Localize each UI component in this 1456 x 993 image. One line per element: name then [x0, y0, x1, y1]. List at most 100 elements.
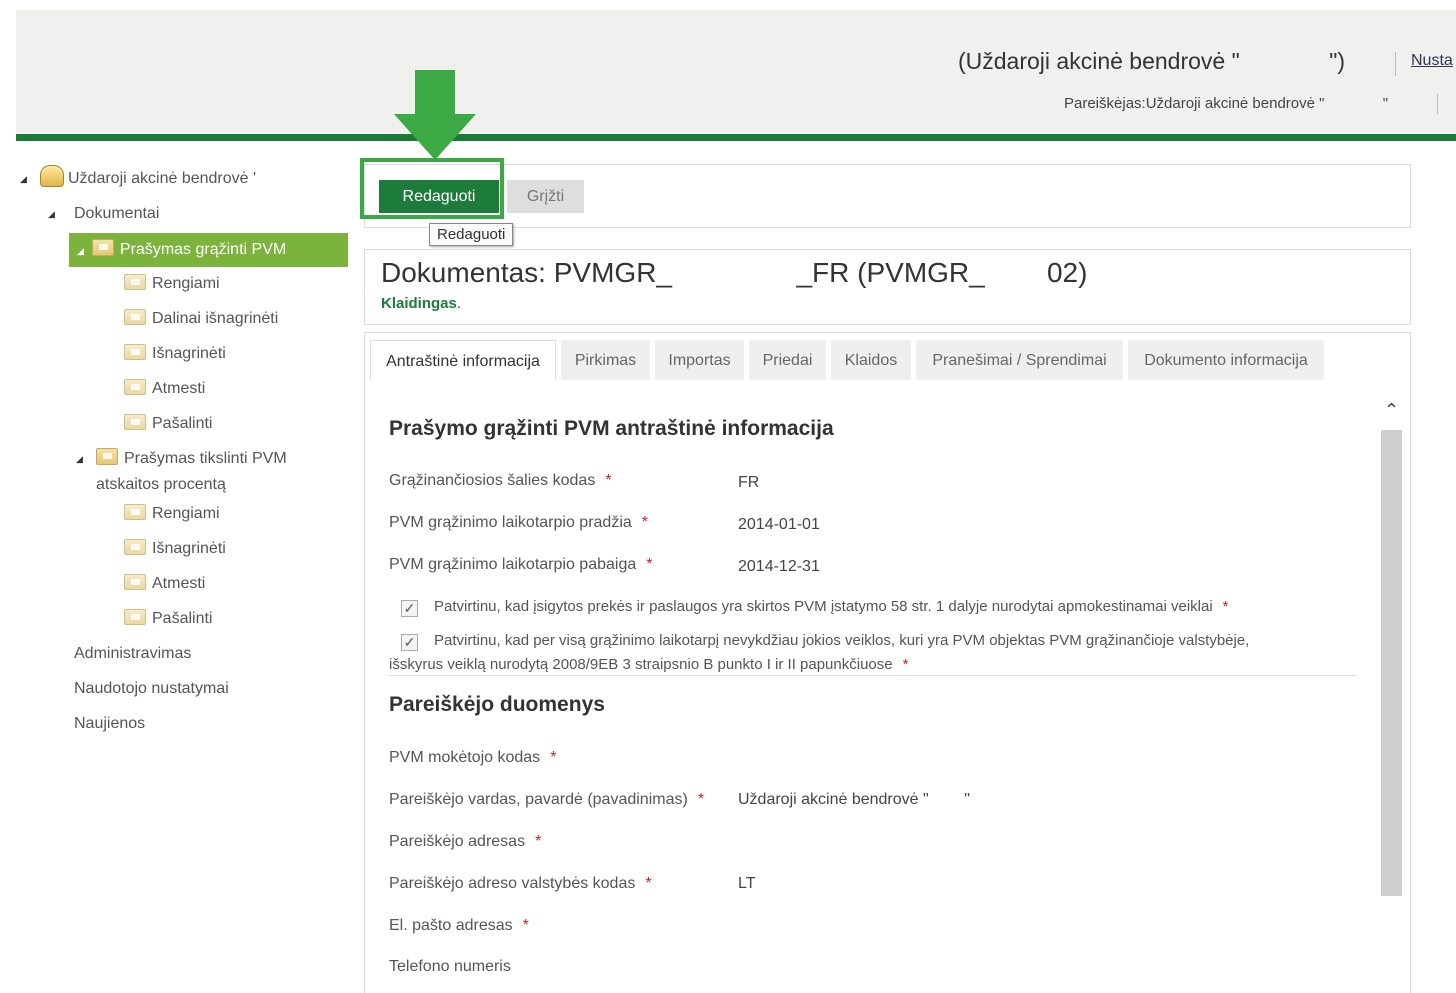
- field-value-period-start: 2014-01-01: [738, 516, 820, 533]
- annotation-arrow-icon: [415, 70, 455, 116]
- required-mark: *: [535, 833, 542, 850]
- tree-item-label: Pašalinti: [152, 610, 213, 627]
- section-title-header-info: Prašymo grąžinti PVM antraštinė informac…: [389, 417, 834, 440]
- tree-item-isnagrineti[interactable]: Išnagrinėti: [124, 337, 226, 371]
- tab-pirkimas[interactable]: Pirkimas: [561, 340, 650, 380]
- vertical-scrollbar[interactable]: [1381, 430, 1402, 896]
- field-label-country-code: Grąžinančiosios šalies kodas *: [389, 472, 612, 490]
- section-divider: [389, 675, 1357, 676]
- header-separator: [1437, 94, 1438, 114]
- required-mark: *: [645, 875, 652, 892]
- tree-item-administravimas[interactable]: Administravimas: [74, 637, 191, 671]
- field-label-email: El. pašto adresas *: [389, 917, 529, 935]
- required-mark: *: [902, 656, 909, 673]
- field-label-text: Pareiškėjo adreso valstybės kodas: [389, 875, 636, 892]
- folder-icon: [124, 379, 146, 395]
- tree-item-label: Išnagrinėti: [152, 540, 226, 557]
- field-value-period-end: 2014-12-31: [738, 558, 820, 575]
- tab-priedai[interactable]: Priedai: [749, 340, 826, 380]
- header-separator: [1395, 52, 1396, 76]
- settings-link[interactable]: Nusta: [1411, 52, 1453, 70]
- tab-antrastine-informacija[interactable]: Antraštinė informacija: [370, 340, 556, 380]
- tree-item-label: Pašalinti: [152, 415, 213, 432]
- header-divider: [16, 134, 1456, 141]
- tree-root-label: Uždaroji akcinė bendrovė ': [68, 170, 257, 187]
- confirmation-text-1: Patvirtinu, kad įsigytos prekės ir pasla…: [434, 598, 1229, 615]
- folder-icon: [124, 504, 146, 520]
- tree-item-label: Atmesti: [152, 575, 206, 592]
- field-value-country-code: FR: [738, 474, 760, 491]
- collapse-triangle-icon[interactable]: ◢: [48, 209, 55, 220]
- folder-icon: [124, 574, 146, 590]
- folder-icon: [124, 539, 146, 555]
- required-mark: *: [605, 472, 612, 489]
- tree-item-rengiami[interactable]: Rengiami: [124, 267, 220, 301]
- database-icon: [40, 165, 64, 187]
- organization-title: (Uždaroji akcinė bendrovė " "): [958, 48, 1346, 74]
- field-label-phone: Telefono numeris: [389, 958, 511, 975]
- applicant-label: Pareiškėjas:Uždaroji akcinė bendrovė " ": [1064, 95, 1389, 112]
- required-mark: *: [522, 917, 529, 934]
- folder-icon: [124, 274, 146, 290]
- tab-importas[interactable]: Importas: [655, 340, 744, 380]
- section-title-applicant: Pareiškėjo duomenys: [389, 693, 605, 716]
- field-label-address-country: Pareiškėjo adreso valstybės kodas *: [389, 875, 652, 893]
- tree-item-naudotojo-nustatymai[interactable]: Naudotojo nustatymai: [74, 672, 229, 706]
- required-mark: *: [697, 791, 705, 808]
- status-label: Klaidingas: [381, 295, 457, 312]
- scroll-up-icon[interactable]: ⌃: [1381, 400, 1402, 424]
- tree-item-rengiami-2[interactable]: Rengiami: [124, 497, 220, 531]
- confirmation-text-2-line2: išskyrus veiklą nurodytą 2008/9EB 3 stra…: [389, 656, 908, 673]
- tree-item-pasalinti-2[interactable]: Pašalinti: [124, 602, 212, 636]
- document-title: Dokumentas: PVMGR_ _FR (PVMGR_ 02): [381, 257, 1088, 288]
- tree-item-label: Prašymas grąžinti PVM: [119, 241, 287, 258]
- tree-item-prasymas-grazinti[interactable]: ◢ Prašymas grąžinti PVM: [69, 233, 348, 267]
- tree-item-label: Prašymas tikslinti PVM: [124, 450, 287, 467]
- tree-item-label: Rengiami: [152, 275, 220, 292]
- tree-root-company[interactable]: Uždaroji akcinė bendrovė ': [40, 162, 256, 196]
- confirmation-label: Patvirtinu, kad įsigytos prekės ir pasla…: [434, 598, 1213, 615]
- tab-dokumento-informacija[interactable]: Dokumento informacija: [1128, 340, 1324, 380]
- tree-item-label: Atmesti: [152, 380, 206, 397]
- tab-klaidos[interactable]: Klaidos: [831, 340, 911, 380]
- tab-pranesimai-sprendimai[interactable]: Pranešimai / Sprendimai: [916, 340, 1123, 380]
- status-suffix: .: [456, 295, 462, 312]
- confirmation-text-2: Patvirtinu, kad per visą grąžinimo laiko…: [434, 632, 1250, 649]
- field-label-applicant-name: Pareiškėjo vardas, pavardė (pavadinimas)…: [389, 791, 704, 809]
- folder-icon: [124, 414, 146, 430]
- tree-item-dalinai[interactable]: Dalinai išnagrinėti: [124, 302, 278, 336]
- collapse-triangle-icon: ◢: [77, 246, 84, 256]
- required-mark: *: [646, 556, 653, 573]
- field-label-text: PVM grąžinimo laikotarpio pradžia: [389, 514, 632, 531]
- confirmation-label: išskyrus veiklą nurodytą 2008/9EB 3 stra…: [389, 656, 893, 673]
- field-label-period-end: PVM grąžinimo laikotarpio pabaiga *: [389, 556, 652, 574]
- tree-item-pasalinti[interactable]: Pašalinti: [124, 407, 212, 441]
- folder-icon: [124, 609, 146, 625]
- tree-item-dokumentai[interactable]: Dokumentai: [74, 197, 159, 231]
- tree-item-atmesti-2[interactable]: Atmesti: [124, 567, 205, 601]
- edit-button-highlight: [360, 158, 504, 219]
- field-label-applicant-address: Pareiškėjo adresas *: [389, 833, 541, 851]
- collapse-triangle-icon[interactable]: ◢: [20, 174, 27, 185]
- tree-item-atmesti[interactable]: Atmesti: [124, 372, 205, 406]
- collapse-triangle-icon[interactable]: ◢: [76, 454, 83, 465]
- tree-item-label: Dalinai išnagrinėti: [152, 310, 279, 327]
- back-button[interactable]: Grįžti: [507, 180, 584, 213]
- required-mark: *: [1222, 598, 1229, 615]
- required-mark: *: [641, 514, 649, 531]
- field-value-address-country: LT: [738, 875, 756, 892]
- tree-item-isnagrineti-2[interactable]: Išnagrinėti: [124, 532, 226, 566]
- field-label-period-start: PVM grąžinimo laikotarpio pradžia *: [389, 514, 648, 532]
- confirmation-checkbox-2[interactable]: ✓: [401, 634, 418, 651]
- tree-item-label: Rengiami: [152, 505, 220, 522]
- field-label-text: Pareiškėjo vardas, pavardė (pavadinimas): [389, 791, 688, 808]
- folder-icon: [91, 239, 114, 256]
- tree-item-naujienos[interactable]: Naujienos: [74, 707, 145, 741]
- required-mark: *: [550, 749, 557, 766]
- confirmation-checkbox-1[interactable]: ✓: [401, 600, 418, 617]
- document-status: Klaidingas.: [381, 295, 461, 312]
- field-label-text: Grąžinančiosios šalies kodas: [389, 472, 596, 489]
- field-value-applicant-name: Uždaroji akcinė bendrovė " ": [738, 791, 970, 808]
- annotation-arrow-head-icon: [394, 114, 476, 160]
- field-label-text: El. pašto adresas: [389, 917, 513, 934]
